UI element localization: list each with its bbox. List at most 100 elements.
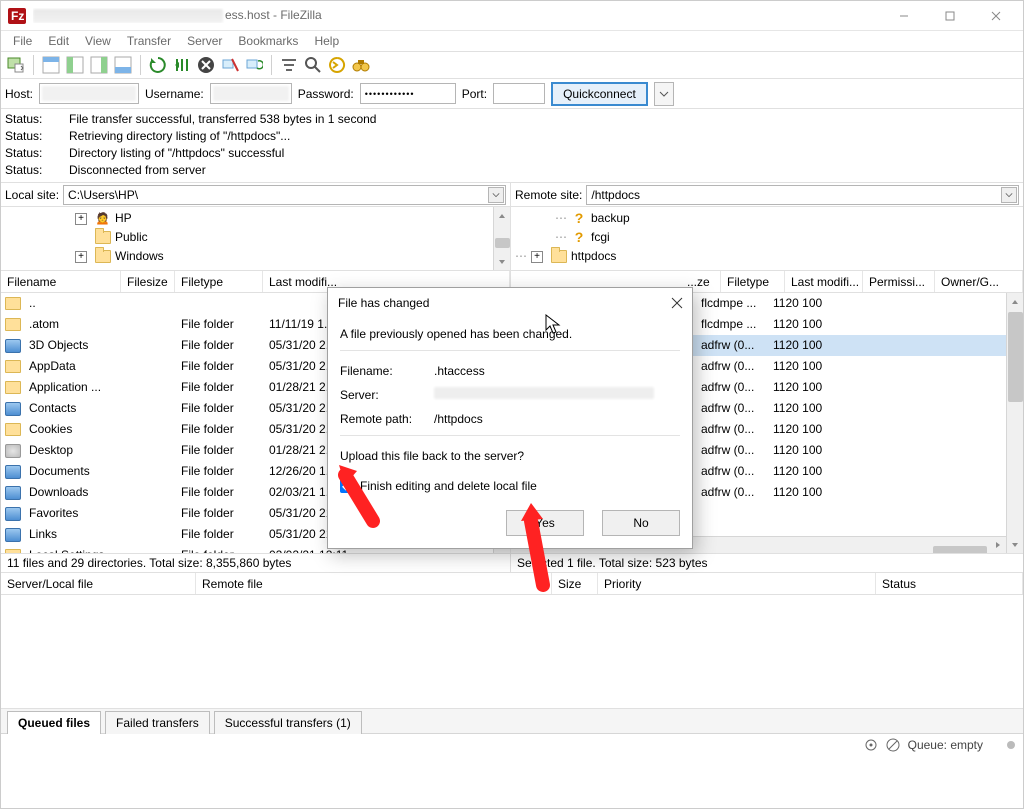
local-tree[interactable]: +🙍 HP Public+ Windows: [1, 207, 511, 270]
menu-bookmarks[interactable]: Bookmarks: [230, 32, 306, 50]
spec-icon: [5, 339, 21, 353]
username-input[interactable]: [210, 83, 292, 104]
titlebar: Fz ess.host - FileZilla: [1, 1, 1023, 31]
folder-icon: [5, 318, 21, 332]
remote-site-label: Remote site:: [515, 188, 582, 202]
toolbar: [1, 51, 1023, 79]
file-changed-dialog: File has changed A file previously opene…: [327, 287, 693, 549]
quickconnect-bar: Host: Username: Password: •••••••••••• P…: [1, 79, 1023, 109]
menu-server[interactable]: Server: [179, 32, 230, 50]
disk-icon: [5, 444, 21, 458]
log-line: Status:Directory listing of "/httpdocs" …: [5, 145, 1019, 162]
transfer-header[interactable]: Server/Local file Remote file Size Prior…: [1, 573, 1023, 595]
folder-icon: [5, 381, 21, 395]
no-button[interactable]: No: [602, 510, 680, 536]
binoculars-icon[interactable]: [350, 54, 372, 76]
local-site-path[interactable]: C:\Users\HP\: [63, 185, 506, 205]
chevron-down-icon[interactable]: [1001, 187, 1017, 203]
toggle-remote-tree-icon[interactable]: [88, 54, 110, 76]
host-label: Host:: [5, 87, 33, 101]
queue-tabs: Queued files Failed transfers Successful…: [1, 709, 1023, 733]
tree-item[interactable]: +🙍 HP: [5, 209, 506, 228]
window-title: ess.host - FileZilla: [33, 8, 881, 23]
transfer-queue[interactable]: [1, 595, 1023, 709]
filter-icon[interactable]: [278, 54, 300, 76]
remote-tree[interactable]: ⋯ backup⋯ fcgi⋯ + httpdocs: [511, 207, 1023, 270]
cancel-icon[interactable]: [195, 54, 217, 76]
status-bar: Queue: empty: [1, 733, 1023, 755]
menu-edit[interactable]: Edit: [40, 32, 77, 50]
dialog-message: A file previously opened has been change…: [340, 322, 680, 346]
menu-file[interactable]: File: [5, 32, 40, 50]
dialog-server-value: [434, 383, 654, 407]
dialog-filename-label: Filename:: [340, 359, 424, 383]
menu-view[interactable]: View: [77, 32, 119, 50]
port-label: Port:: [462, 87, 487, 101]
site-manager-icon[interactable]: [5, 54, 27, 76]
tree-item[interactable]: ⋯ + httpdocs: [515, 247, 1019, 266]
folder-icon: [5, 549, 21, 554]
chevron-down-icon[interactable]: [488, 187, 504, 203]
log-line: Status:Retrieving directory listing of "…: [5, 128, 1019, 145]
local-site-label: Local site:: [5, 188, 59, 202]
host-input[interactable]: [39, 83, 139, 104]
dialog-server-label: Server:: [340, 383, 424, 407]
close-button[interactable]: [973, 1, 1019, 31]
tab-failed-transfers[interactable]: Failed transfers: [105, 711, 210, 734]
quickconnect-button[interactable]: Quickconnect: [551, 82, 648, 106]
gear-icon[interactable]: [864, 738, 878, 752]
spec-icon: [5, 465, 21, 479]
refresh-icon[interactable]: [147, 54, 169, 76]
menubar: File Edit View Transfer Server Bookmarks…: [1, 31, 1023, 51]
search-icon[interactable]: [302, 54, 324, 76]
dialog-filename-value: .htaccess: [434, 359, 485, 383]
spec-icon: [5, 402, 21, 416]
close-icon[interactable]: [668, 294, 686, 312]
lock-icon[interactable]: [886, 738, 900, 752]
menu-transfer[interactable]: Transfer: [119, 32, 179, 50]
app-icon: Fz: [7, 6, 27, 26]
remote-status: Selected 1 file. Total size: 523 bytes: [511, 554, 1023, 572]
folder-icon: [5, 360, 21, 374]
spec-icon: [5, 507, 21, 521]
status-dot: [1007, 741, 1015, 749]
process-queue-icon[interactable]: [171, 54, 193, 76]
tree-item[interactable]: Public: [5, 228, 506, 247]
maximize-button[interactable]: [927, 1, 973, 31]
scrollbar-vertical[interactable]: [493, 207, 510, 270]
compare-icon[interactable]: [326, 54, 348, 76]
port-input[interactable]: [493, 83, 545, 104]
quickconnect-dropdown[interactable]: [654, 82, 674, 106]
spec-icon: [5, 528, 21, 542]
toggle-log-icon[interactable]: [40, 54, 62, 76]
tree-item[interactable]: + Windows: [5, 247, 506, 266]
dialog-finish-editing-checkbox[interactable]: Finish editing and delete local file: [340, 474, 680, 498]
toggle-queue-icon[interactable]: [112, 54, 134, 76]
tab-successful-transfers[interactable]: Successful transfers (1): [214, 711, 362, 734]
message-log[interactable]: Status:File transfer successful, transfe…: [1, 109, 1023, 183]
dialog-remotepath-value: /httpdocs: [434, 407, 483, 431]
disconnect-icon[interactable]: [219, 54, 241, 76]
svg-text:Fz: Fz: [11, 9, 24, 23]
remote-site-path[interactable]: /httpdocs: [586, 185, 1019, 205]
toggle-local-tree-icon[interactable]: [64, 54, 86, 76]
log-line: Status:Disconnected from server: [5, 162, 1019, 179]
minimize-button[interactable]: [881, 1, 927, 31]
dialog-upload-question: Upload this file back to the server?: [340, 444, 680, 468]
folder-icon: [5, 423, 21, 437]
password-input[interactable]: ••••••••••••: [360, 83, 456, 104]
spec-icon: [5, 486, 21, 500]
local-status: 11 files and 29 directories. Total size:…: [1, 554, 511, 572]
tree-item[interactable]: ⋯ backup: [515, 209, 1019, 228]
yes-button[interactable]: Yes: [506, 510, 584, 536]
dialog-title: File has changed: [338, 296, 429, 310]
scrollbar-vertical[interactable]: [1006, 293, 1023, 553]
reconnect-icon[interactable]: [243, 54, 265, 76]
menu-help[interactable]: Help: [306, 32, 347, 50]
dialog-remotepath-label: Remote path:: [340, 407, 424, 431]
tab-queued-files[interactable]: Queued files: [7, 711, 101, 734]
tree-item[interactable]: ⋯ fcgi: [515, 228, 1019, 247]
queue-status: Queue: empty: [908, 738, 983, 752]
log-line: Status:File transfer successful, transfe…: [5, 111, 1019, 128]
username-label: Username:: [145, 87, 204, 101]
